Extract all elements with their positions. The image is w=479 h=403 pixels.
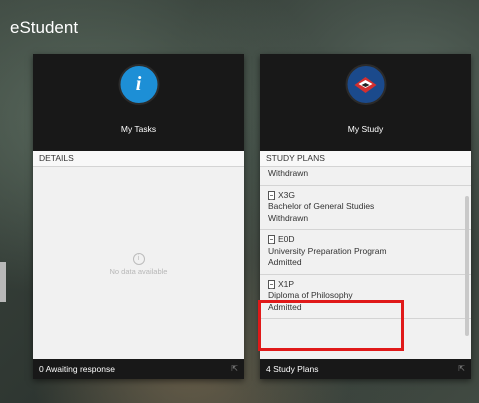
plan-status: Withdrawn <box>268 168 309 178</box>
plan-title: Bachelor of General Studies <box>268 201 375 211</box>
expand-arrow-icon[interactable]: ⇱ <box>458 359 465 379</box>
my-tasks-header[interactable]: i My Tasks <box>33 54 244 151</box>
list-item-partial[interactable]: Withdrawn <box>260 167 471 186</box>
highlight-box <box>258 300 404 351</box>
study-plans-section-label: STUDY PLANS <box>260 151 471 167</box>
my-tasks-footer[interactable]: 0 Awaiting response ⇱ <box>33 359 244 379</box>
list-item[interactable]: E0D University Preparation Program Admit… <box>260 230 471 275</box>
document-icon <box>268 279 275 289</box>
plan-status: Admitted <box>268 257 302 267</box>
app-title: eStudent <box>10 18 79 37</box>
my-tasks-body: DETAILS i No data available <box>33 151 244 359</box>
awaiting-response-count: 0 Awaiting response <box>39 364 115 374</box>
my-study-title: My Study <box>347 124 384 134</box>
cap-graphic <box>354 76 377 93</box>
my-study-header[interactable]: My Study <box>260 54 471 151</box>
info-circle-icon: i <box>132 253 145 265</box>
details-section-label: DETAILS <box>33 151 244 167</box>
empty-state: i No data available <box>33 253 244 276</box>
side-scroll-handle[interactable] <box>0 262 6 302</box>
plan-status: Withdrawn <box>268 212 309 223</box>
list-item[interactable]: X3G Bachelor of General Studies Withdraw… <box>260 186 471 230</box>
plan-code: X3G <box>278 189 296 200</box>
info-icon: i <box>118 64 159 105</box>
my-tasks-title: My Tasks <box>120 124 157 134</box>
expand-arrow-icon[interactable]: ⇱ <box>231 359 238 379</box>
graduation-cap-icon <box>345 64 386 105</box>
study-plans-count: 4 Study Plans <box>266 364 319 374</box>
my-tasks-tile[interactable]: i My Tasks DETAILS i No data available 0… <box>33 54 244 379</box>
scrollbar[interactable] <box>465 196 469 336</box>
my-study-footer[interactable]: 4 Study Plans ⇱ <box>260 359 471 379</box>
plan-code: E0D <box>278 234 295 244</box>
document-icon <box>268 235 275 245</box>
plan-title: University Preparation Program <box>268 245 387 256</box>
document-icon <box>268 190 275 200</box>
empty-state-text: No data available <box>109 267 168 276</box>
plan-code: X1P <box>278 278 295 289</box>
study-plan-list[interactable]: Withdrawn X3G Bachelor of General Studie… <box>260 167 471 319</box>
